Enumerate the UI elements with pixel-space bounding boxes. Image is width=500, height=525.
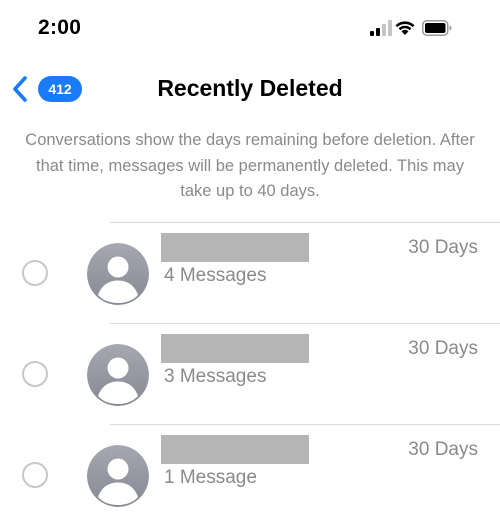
avatar	[87, 344, 149, 406]
message-count: 1 Message	[164, 467, 257, 488]
signal-icon	[370, 20, 392, 36]
wifi-icon	[395, 21, 415, 35]
message-count: 4 Messages	[164, 265, 267, 286]
select-checkbox[interactable]	[22, 260, 48, 286]
nav-bar: 412 Recently Deleted	[0, 64, 500, 114]
battery-icon	[422, 20, 452, 36]
page-title: Recently Deleted	[157, 75, 343, 101]
days-remaining: 30 Days	[408, 439, 478, 460]
person-placeholder-icon	[87, 243, 149, 305]
deletion-info-text: Conversations show the days remaining be…	[25, 131, 475, 200]
select-checkbox[interactable]	[22, 462, 48, 488]
person-placeholder-icon	[87, 445, 149, 507]
days-remaining: 30 Days	[408, 338, 478, 359]
select-checkbox[interactable]	[22, 361, 48, 387]
message-count: 3 Messages	[164, 366, 267, 387]
contact-name-redacted	[161, 435, 309, 464]
days-remaining: 30 Days	[408, 237, 478, 258]
avatar	[87, 445, 149, 507]
list-item[interactable]: 3 Messages 30 Days	[0, 324, 500, 424]
conversation-list: 4 Messages 30 Days 3 Messages 30 Days 1 …	[0, 222, 500, 525]
avatar	[87, 243, 149, 305]
list-item[interactable]: 4 Messages 30 Days	[0, 223, 500, 323]
status-bar: 2:00	[0, 0, 500, 60]
status-time: 2:00	[38, 16, 82, 39]
contact-name-redacted	[161, 334, 309, 363]
list-item[interactable]: 1 Message 30 Days	[0, 425, 500, 525]
contact-name-redacted	[161, 233, 309, 262]
person-placeholder-icon	[87, 344, 149, 406]
